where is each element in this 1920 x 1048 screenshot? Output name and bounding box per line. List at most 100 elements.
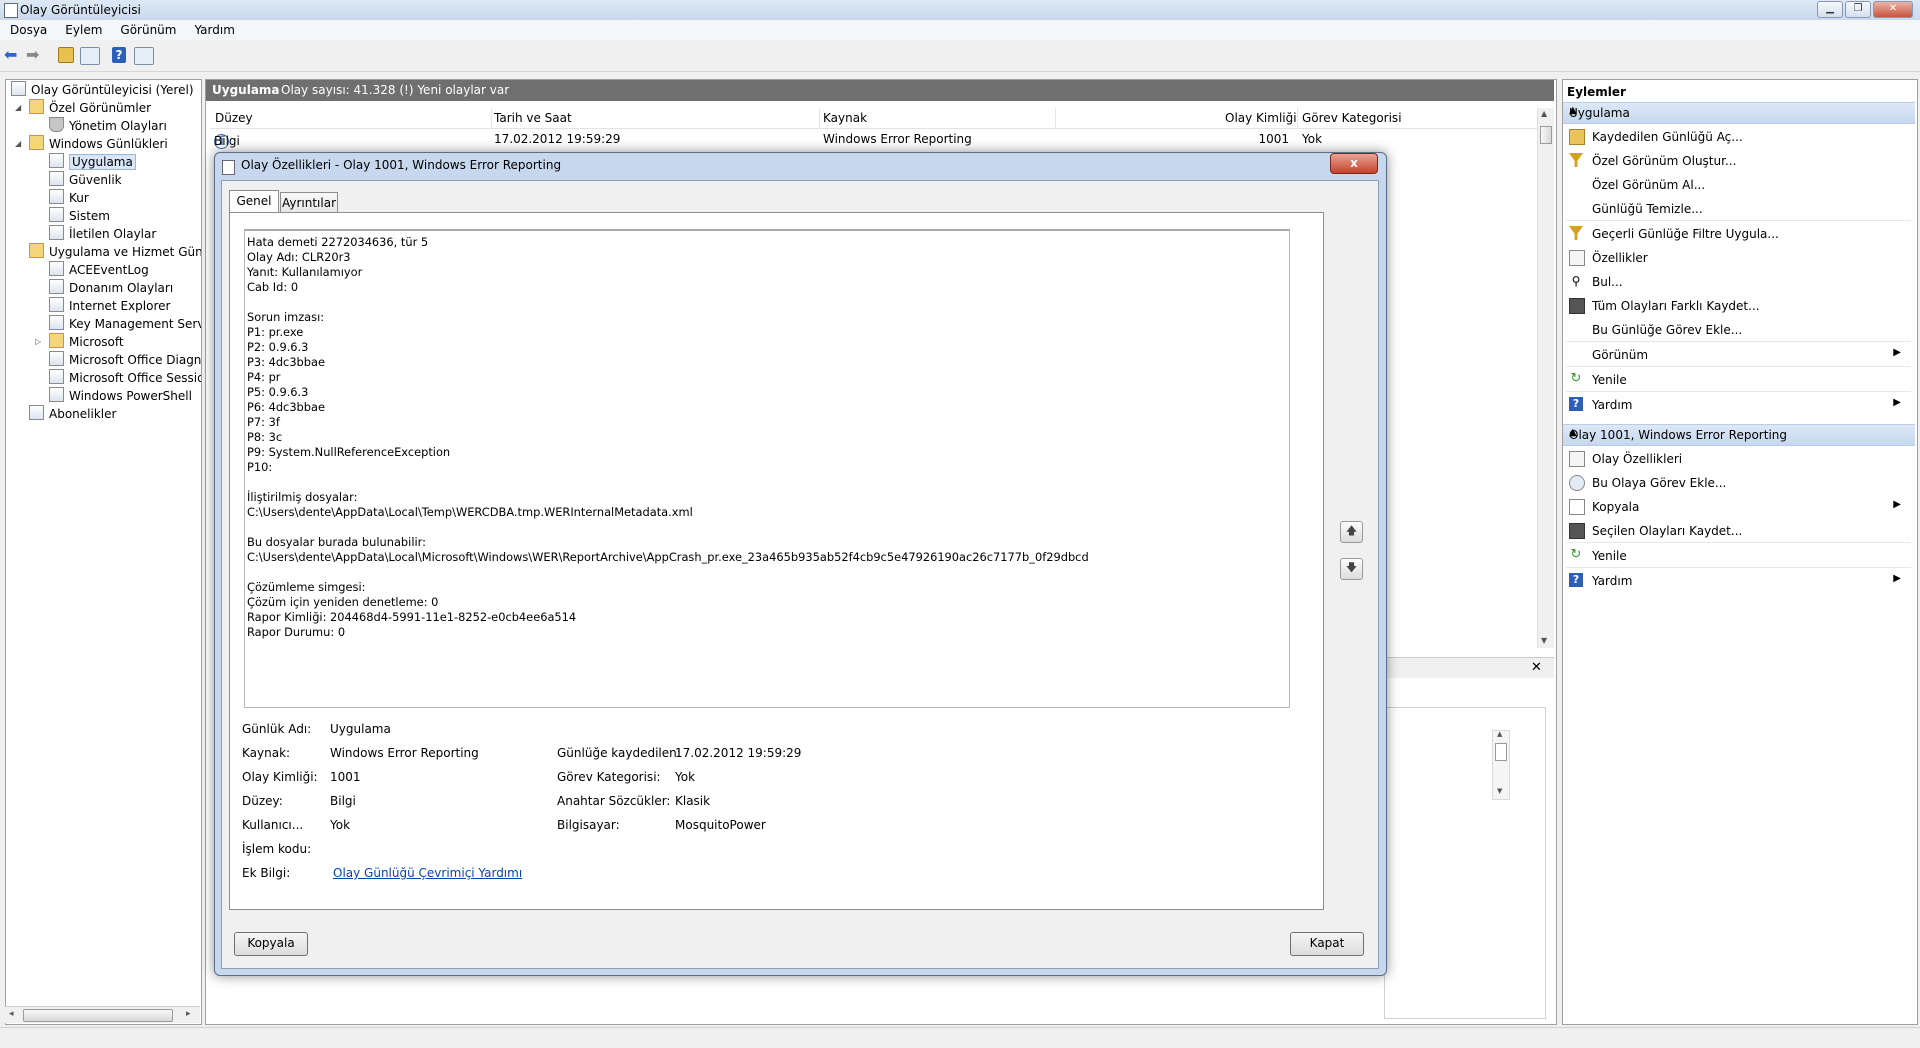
close-button[interactable]: Kapat [1290,932,1364,956]
tree-item-forwarded-events[interactable]: İletilen Olaylar [49,225,156,243]
tree-horizontal-scrollbar[interactable]: ◂ ▸ [5,1006,200,1023]
menu-view[interactable]: Görünüm [110,20,184,37]
tab-general[interactable]: Genel [229,190,279,213]
action-save-all-events[interactable]: Tüm Olayları Farklı Kaydet... [1566,295,1911,317]
detail-vertical-scrollbar[interactable]: ▲ ▼ [1492,730,1510,800]
event-viewer-icon [11,81,26,96]
expand-triangle-icon[interactable]: ▷ [35,333,41,351]
copy-button[interactable]: Kopyala [234,932,308,956]
table-row[interactable]: i Bilgi 17.02.2012 19:59:29 Windows Erro… [210,130,1540,149]
action-properties[interactable]: Özellikler [1566,247,1911,269]
minimize-button[interactable]: ▁ [1817,1,1843,18]
action-open-saved-log[interactable]: Kaydedilen Günlüğü Aç... [1566,126,1911,148]
log-icon [49,261,64,276]
collapse-triangle-icon[interactable]: ◢ [15,135,21,153]
help-icon: ? [1569,397,1583,411]
column-task-category[interactable]: Görev Kategorisi [1302,111,1402,125]
show-hide-tree-icon[interactable] [80,47,100,65]
column-source[interactable]: Kaynak [823,111,867,125]
tab-details[interactable]: Ayrıntılar [280,192,338,213]
action-import-custom-view[interactable]: Özel Görünüm Al... [1566,174,1911,196]
filter-icon [49,117,64,132]
scroll-left-arrow-icon[interactable]: ◂ [9,1009,14,1019]
action-attach-task-to-event[interactable]: Bu Olaya Görev Ekle... [1566,472,1911,494]
menu-action[interactable]: Eylem [55,20,110,37]
action-filter-current-log[interactable]: Geçerli Günlüğe Filtre Uygula... [1566,223,1911,245]
tree-item-aceeventlog[interactable]: ACEEventLog [49,261,149,279]
back-arrow-icon[interactable]: ⬅ [4,47,22,65]
row-level: Bilgi [214,134,240,148]
user-value: Yok [330,818,351,832]
collapse-caret-icon[interactable]: ▲ [1569,105,1907,116]
maximize-button[interactable]: ❐ [1845,1,1871,18]
action-attach-task-to-log[interactable]: Bu Günlüğe Görev Ekle... [1566,319,1911,342]
user-label: Kullanıcı... [242,818,304,832]
menu-file[interactable]: Dosya [0,20,55,37]
folder-icon [29,99,44,114]
action-create-custom-view[interactable]: Özel Görünüm Oluştur... [1566,150,1911,172]
row-event-id: 1001 [1258,132,1289,146]
online-help-link[interactable]: Olay Günlüğü Çevrimiçi Yardımı [333,866,522,880]
scroll-thumb[interactable] [1540,126,1552,144]
tree-item-hardware-events[interactable]: Donanım Olayları [49,279,173,297]
tree-item-admin-events[interactable]: Yönetim Olayları [49,117,167,135]
tree-item-subscriptions[interactable]: Abonelikler [29,405,116,423]
close-window-button[interactable]: ✕ [1873,1,1913,18]
up-folder-icon[interactable] [58,47,74,63]
tree-item-key-management[interactable]: Key Management Service [49,315,201,333]
action-find[interactable]: ⚲ Bul... [1566,271,1911,293]
dialog-close-button[interactable]: x [1330,153,1378,174]
action-view[interactable]: Görünüm ▶ [1566,344,1911,367]
event-list-vertical-scrollbar[interactable]: ▲ ▼ [1537,108,1554,648]
event-id-value: 1001 [330,770,361,784]
submenu-arrow-icon: ▶ [1893,397,1901,408]
help-icon[interactable]: ? [112,47,126,63]
tree-item-microsoft[interactable]: ▷ Microsoft [35,333,124,351]
column-event-id[interactable]: Olay Kimliği [1225,111,1297,125]
action-help[interactable]: ? Yardım ▶ [1566,394,1911,416]
tree-item-root[interactable]: Olay Görüntüleyicisi (Yerel) [11,81,194,99]
actions-section-application[interactable]: Uygulama ▲ [1563,102,1915,124]
close-detail-pane-icon[interactable]: ✕ [1531,660,1542,675]
actions-section-event[interactable]: Olay 1001, Windows Error Reporting ▲ [1563,424,1915,446]
level-value: Bilgi [330,794,356,808]
forward-arrow-icon[interactable]: ➡ [26,47,44,65]
action-event-properties[interactable]: Olay Özellikleri [1566,448,1911,470]
column-level[interactable]: Düzey [215,111,253,125]
tree-item-office-sessions[interactable]: Microsoft Office Sessions [49,369,201,387]
tree-item-windows-logs[interactable]: ◢ Windows Günlükleri [15,135,168,153]
event-count: Olay sayısı: 41.328 (!) Yeni olaylar var [281,83,510,97]
row-date: 17.02.2012 19:59:29 [494,132,621,146]
tree-item-system[interactable]: Sistem [49,207,110,225]
subscriptions-icon [29,405,44,420]
menu-help[interactable]: Yardım [184,20,242,37]
column-date[interactable]: Tarih ve Saat [494,111,572,125]
tree-item-office-diagnostics[interactable]: Microsoft Office Diagnos [49,351,201,369]
tree-item-security[interactable]: Güvenlik [49,171,122,189]
source-label: Kaynak: [242,746,291,760]
tree-item-setup[interactable]: Kur [49,189,89,207]
scroll-thumb[interactable] [1495,743,1507,761]
scroll-thumb[interactable] [23,1009,173,1022]
event-description-box[interactable]: Hata demeti 2272034636, tür 5 Olay Adı: … [244,229,1290,708]
opcode-label: İşlem kodu: [242,842,312,856]
next-event-button[interactable]: 🡇 [1340,558,1363,580]
action-save-selected-events[interactable]: Seçilen Olayları Kaydet... [1566,520,1911,543]
tree-item-custom-views[interactable]: ◢ Özel Görünümler [15,99,151,117]
tree-item-app-service-logs[interactable]: ◢Uygulama ve Hizmet Günlükl [29,243,201,261]
tree-item-internet-explorer[interactable]: Internet Explorer [49,297,170,315]
action-help-event[interactable]: ? Yardım ▶ [1566,570,1911,592]
show-hide-action-pane-icon[interactable] [134,47,154,65]
tree-item-powershell[interactable]: Windows PowerShell [49,387,192,405]
log-icon [49,315,64,330]
computer-value: MosquitoPower [675,818,766,832]
action-refresh-event[interactable]: ↻ Yenile [1566,545,1911,568]
collapse-triangle-icon[interactable]: ◢ [15,99,21,117]
tree-item-application[interactable]: Uygulama [49,153,136,171]
action-refresh[interactable]: ↻ Yenile [1566,369,1911,392]
collapse-caret-icon[interactable]: ▲ [1569,427,1907,438]
action-clear-log[interactable]: Günlüğü Temizle... [1566,198,1911,221]
action-copy[interactable]: Kopyala ▶ [1566,496,1911,518]
scroll-right-arrow-icon[interactable]: ▸ [186,1009,191,1019]
previous-event-button[interactable]: 🡅 [1340,521,1363,543]
